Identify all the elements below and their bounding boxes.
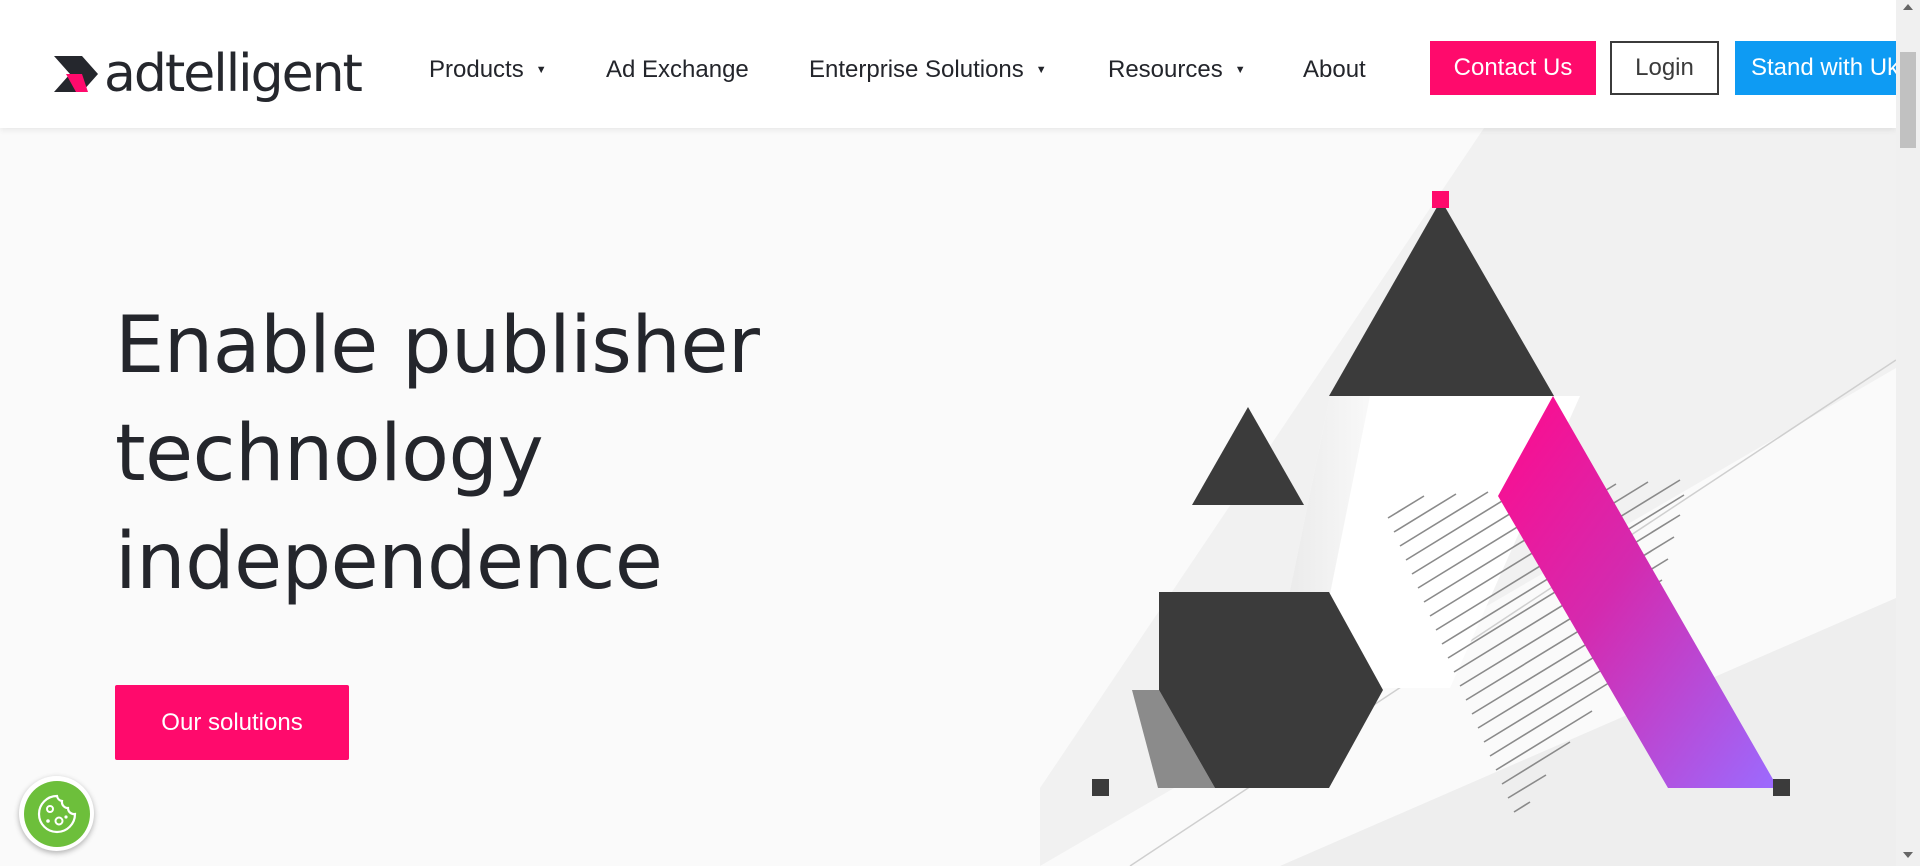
chevron-down-icon: ▼	[535, 64, 547, 76]
logo[interactable]: adtelligent	[52, 44, 363, 104]
nav-products[interactable]: Products ▼	[429, 56, 547, 84]
hero-title-line: technology	[115, 409, 544, 499]
hero-corner-marker	[1432, 191, 1449, 208]
scrollbar-thumb[interactable]	[1900, 52, 1916, 148]
hero-title-line: Enable publisher	[115, 301, 760, 391]
nav-resources-label: Resources	[1108, 56, 1223, 83]
hero-corner-marker	[1773, 779, 1790, 796]
nav-resources[interactable]: Resources ▼	[1108, 56, 1246, 84]
cookie-icon	[23, 780, 90, 847]
scrollbar[interactable]	[1896, 0, 1920, 866]
hero-corner-marker	[1092, 779, 1109, 796]
chevron-down-icon: ▼	[1234, 64, 1246, 76]
login-button[interactable]: Login	[1610, 41, 1719, 95]
cookie-settings-button[interactable]	[19, 776, 94, 851]
site-header: adtelligent Products ▼ Ad Exchange Enter…	[0, 0, 1896, 128]
nav-products-label: Products	[429, 56, 524, 83]
scroll-down-arrow-icon[interactable]	[1903, 852, 1913, 858]
hero-title: Enable publisher technology independence	[115, 292, 835, 616]
stand-with-ukraine-button[interactable]: Stand with Ukraine	[1735, 41, 1896, 95]
nav-ad-exchange-label: Ad Exchange	[606, 56, 749, 83]
hero-illustration	[1040, 128, 1896, 866]
logo-mark-icon	[54, 56, 98, 92]
nav-enterprise-solutions[interactable]: Enterprise Solutions ▼	[809, 56, 1047, 84]
nav-ad-exchange[interactable]: Ad Exchange	[606, 56, 749, 84]
nav-about[interactable]: About	[1303, 56, 1366, 84]
scroll-up-arrow-icon[interactable]	[1903, 4, 1913, 10]
our-solutions-button[interactable]: Our solutions	[115, 685, 349, 760]
nav-about-label: About	[1303, 56, 1366, 83]
contact-us-button[interactable]: Contact Us	[1430, 41, 1596, 95]
nav-enterprise-solutions-label: Enterprise Solutions	[809, 56, 1024, 83]
chevron-down-icon: ▼	[1035, 64, 1047, 76]
logo-text: adtelligent	[104, 44, 363, 104]
hero-title-line: independence	[115, 517, 663, 607]
